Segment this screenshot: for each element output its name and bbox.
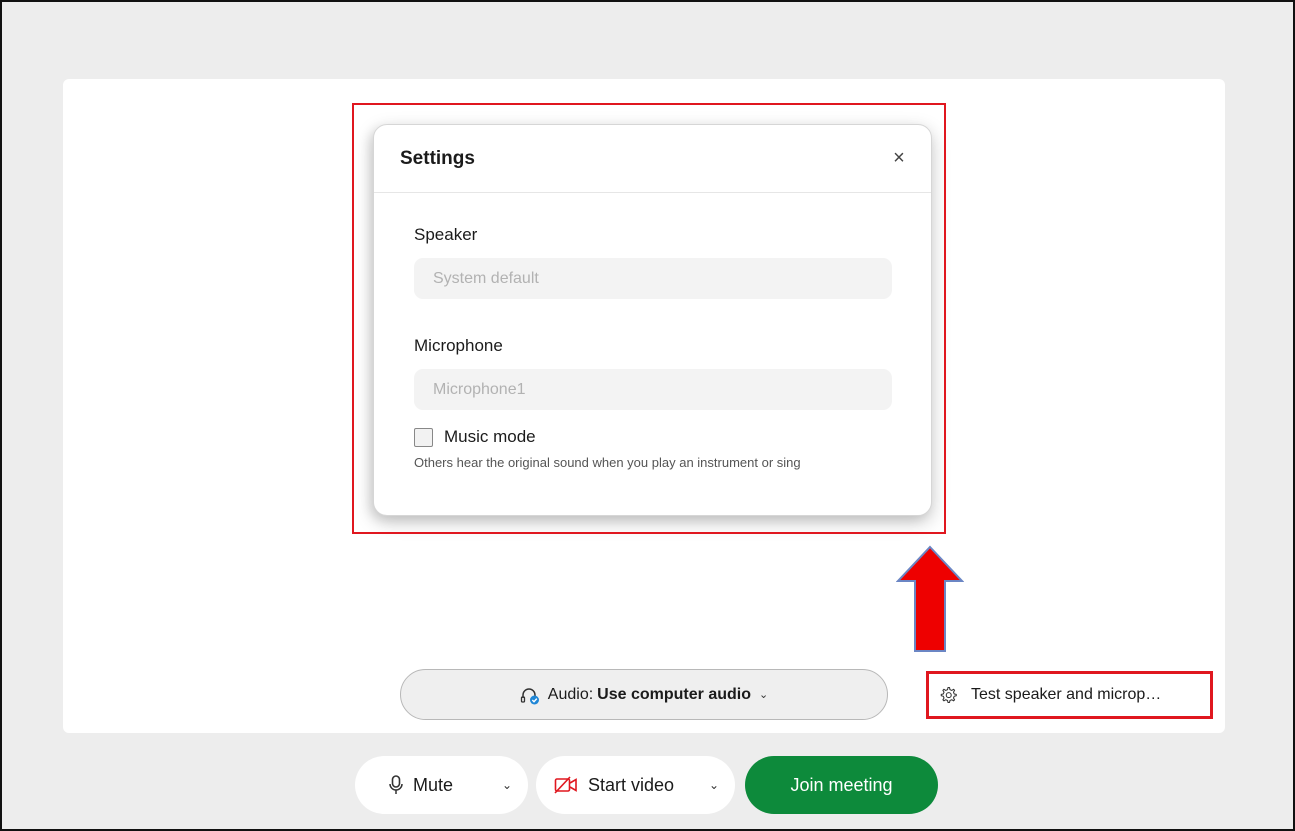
join-meeting-button[interactable]: Join meeting: [745, 756, 938, 814]
settings-dialog: Settings × Speaker System default Microp…: [373, 124, 932, 516]
audio-button[interactable]: Audio: Use computer audio ⌄: [400, 669, 888, 720]
microphone-label: Microphone: [414, 336, 503, 355]
dialog-body: Speaker System default Microphone Microp…: [374, 193, 931, 470]
microphone-icon: [389, 775, 403, 794]
headset-icon: [520, 687, 539, 704]
arrow-up-icon: [896, 545, 964, 652]
music-mode-row: Music mode: [414, 427, 891, 447]
music-mode-checkbox[interactable]: [414, 427, 433, 447]
mute-label: Mute: [413, 774, 454, 795]
close-icon[interactable]: ×: [887, 147, 911, 171]
speaker-select[interactable]: System default: [414, 258, 892, 299]
speaker-label: Speaker: [414, 225, 478, 244]
dialog-title: Settings: [400, 147, 475, 169]
music-mode-help: Others hear the original sound when you …: [414, 455, 801, 470]
gear-icon: [940, 686, 957, 704]
chevron-down-icon: ⌄: [758, 689, 769, 701]
audio-value: Use computer audio: [597, 685, 751, 703]
video-dropdown-icon[interactable]: ⌄: [709, 778, 719, 792]
test-speaker-label: Test speaker and microp…: [971, 686, 1162, 703]
test-speaker-microphone-link[interactable]: Test speaker and microp…: [939, 680, 1161, 710]
music-mode-label[interactable]: Music mode: [444, 427, 536, 447]
video-off-icon: [554, 776, 577, 794]
start-video-button[interactable]: Start video ⌄: [536, 756, 735, 814]
mute-dropdown-icon[interactable]: ⌄: [502, 778, 512, 792]
start-video-label: Start video: [588, 774, 675, 795]
mute-button[interactable]: Mute ⌄: [355, 756, 528, 814]
dialog-header: Settings ×: [374, 125, 931, 193]
microphone-select[interactable]: Microphone1: [414, 369, 892, 410]
audio-prefix: Audio:: [547, 685, 594, 703]
